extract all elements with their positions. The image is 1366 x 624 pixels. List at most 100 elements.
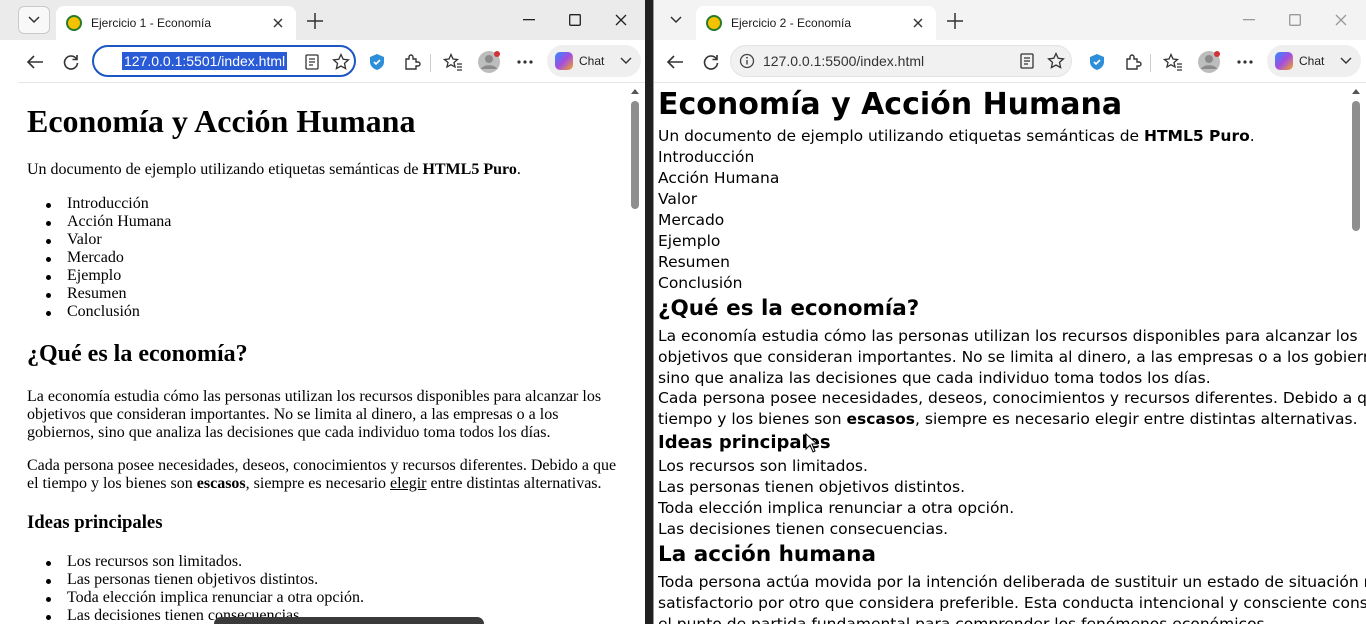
nav-item-1[interactable]: Acción Humana <box>658 169 779 187</box>
maximize-button[interactable] <box>553 0 597 40</box>
extensions-button[interactable] <box>399 49 425 75</box>
info-icon[interactable] <box>739 53 755 74</box>
nav-link-1[interactable]: Acción Humana <box>67 213 171 231</box>
site-favicon-icon <box>66 15 82 31</box>
address-bar[interactable]: 127.0.0.1:5501/index.html <box>92 45 356 77</box>
nav-link-4[interactable]: Ejemplo <box>67 267 121 285</box>
paragraph-line: Toda persona actúa movida por la intenci… <box>658 573 1366 591</box>
back-button[interactable] <box>662 49 688 75</box>
close-window-button[interactable] <box>599 0 643 40</box>
paragraph-line: La economía estudia cómo las personas ut… <box>658 327 1358 345</box>
reload-icon <box>63 55 79 70</box>
paragraph-escasez-line2: tiempo y los bienes son escasos, siempre… <box>658 410 1358 428</box>
reload-button[interactable] <box>58 49 84 75</box>
nav-link-0[interactable]: Introducción <box>67 195 149 213</box>
profile-button[interactable] <box>1196 49 1222 75</box>
back-button[interactable] <box>22 49 48 75</box>
tab-actions-button[interactable] <box>660 6 692 34</box>
nav-item-5[interactable]: Resumen <box>658 253 730 271</box>
minimize-button[interactable] <box>507 0 551 40</box>
new-tab-button[interactable] <box>944 10 966 32</box>
scrollbar-thumb[interactable] <box>631 101 639 209</box>
window-gap <box>645 0 653 624</box>
scrollbar-thumb[interactable] <box>1352 101 1360 231</box>
more-options-button[interactable] <box>1232 49 1258 75</box>
list-bullet <box>46 275 51 280</box>
address-bar[interactable]: 127.0.0.1:5500/index.html <box>730 45 1072 77</box>
close-icon[interactable] <box>270 15 286 31</box>
favorite-star-icon[interactable] <box>332 52 350 76</box>
nav-item-3[interactable]: Mercado <box>658 211 724 229</box>
reader-view-icon[interactable] <box>1019 53 1035 74</box>
list-bullet <box>46 579 51 584</box>
site-favicon-icon <box>706 15 722 31</box>
plus-icon <box>947 13 963 29</box>
extensions-button[interactable] <box>1120 49 1146 75</box>
shield-extension-icon <box>1090 54 1104 70</box>
favorites-button[interactable] <box>1160 49 1186 75</box>
tab-title: Ejercicio 2 - Economía <box>731 16 852 30</box>
maximize-button[interactable] <box>1273 0 1317 40</box>
list-item: Las decisiones tienen consecuencias. <box>658 520 949 538</box>
list-bullet <box>46 561 51 566</box>
list-item: Toda elección implica renunciar a otra o… <box>658 499 1015 517</box>
close-window-button[interactable] <box>1319 0 1363 40</box>
list-bullet <box>46 257 51 262</box>
avatar <box>1198 51 1220 73</box>
paragraph-line: objetivos que consideran importantes. No… <box>658 348 1366 366</box>
page-viewport[interactable]: Economía y Acción Humana Un documento de… <box>18 82 645 624</box>
nav-item-4[interactable]: Ejemplo <box>658 232 720 250</box>
paragraph-escasez-line1: Cada persona posee necesidades, deseos, … <box>658 389 1366 407</box>
tab-ejercicio-1[interactable]: Ejercicio 1 - Economía <box>56 6 296 40</box>
minimize-button[interactable] <box>1227 0 1271 40</box>
url-text[interactable]: 127.0.0.1:5501/index.html <box>122 52 288 70</box>
more-icon <box>1237 60 1253 64</box>
elegir-link[interactable]: elegir <box>390 475 426 492</box>
nav-link-5[interactable]: Resumen <box>67 285 127 303</box>
extension-button[interactable] <box>364 49 390 75</box>
nav-link-6[interactable]: Conclusión <box>67 303 140 321</box>
paragraph-line: gobiernos, sino que analiza las decision… <box>27 424 551 441</box>
scrollbar[interactable] <box>629 85 641 624</box>
paragraph-line: La economía estudia cómo las personas ut… <box>27 388 602 405</box>
plus-icon <box>307 13 323 29</box>
nav-item-6[interactable]: Conclusión <box>658 274 742 292</box>
tab-actions-button[interactable] <box>18 6 50 34</box>
nav-item-0[interactable]: Introducción <box>658 148 754 166</box>
paragraph-line: sino que analiza las decisiones que cada… <box>658 369 1211 387</box>
toolbar-divider <box>430 54 431 72</box>
list-bullet <box>46 293 51 298</box>
list-item: Las personas tienen objetivos distintos. <box>658 478 965 496</box>
tab-ejercicio-2[interactable]: Ejercicio 2 - Economía <box>696 6 936 40</box>
tab-title: Ejercicio 1 - Economía <box>91 16 212 30</box>
more-options-button[interactable] <box>512 49 538 75</box>
page-title: Economía y Acción Humana <box>658 87 1123 122</box>
extension-button[interactable] <box>1084 49 1110 75</box>
favorite-star-icon[interactable] <box>1047 51 1065 75</box>
puzzle-icon <box>1126 54 1142 70</box>
nav-link-2[interactable]: Valor <box>67 231 102 249</box>
favorites-button[interactable] <box>440 49 466 75</box>
close-icon[interactable] <box>910 15 926 31</box>
nav-link-3[interactable]: Mercado <box>67 249 124 267</box>
url-text[interactable]: 127.0.0.1:5500/index.html <box>763 53 924 69</box>
reload-icon <box>703 55 719 70</box>
shield-extension-icon <box>370 54 384 70</box>
browser-window-2: Ejercicio 2 - Economía 127.0.0.1:5500/in… <box>653 0 1366 624</box>
copilot-chat-button[interactable]: Chat <box>1267 45 1361 77</box>
scroll-up-icon[interactable] <box>1351 87 1361 95</box>
list-bullet <box>46 615 51 620</box>
profile-button[interactable] <box>476 49 502 75</box>
nav-item-2[interactable]: Valor <box>658 190 697 208</box>
copilot-icon <box>555 52 573 70</box>
list-bullet <box>46 239 51 244</box>
scroll-up-icon[interactable] <box>630 87 640 95</box>
reload-button[interactable] <box>698 49 724 75</box>
reader-view-icon[interactable] <box>304 54 320 75</box>
download-bubble[interactable] <box>214 617 484 624</box>
page-viewport[interactable]: Economía y Acción Humana Un documento de… <box>654 82 1366 624</box>
intro-paragraph: Un documento de ejemplo utilizando etiqu… <box>27 161 521 178</box>
new-tab-button[interactable] <box>304 10 326 32</box>
copilot-chat-button[interactable]: Chat <box>547 45 641 77</box>
section-heading: ¿Qué es la economía? <box>658 296 920 321</box>
